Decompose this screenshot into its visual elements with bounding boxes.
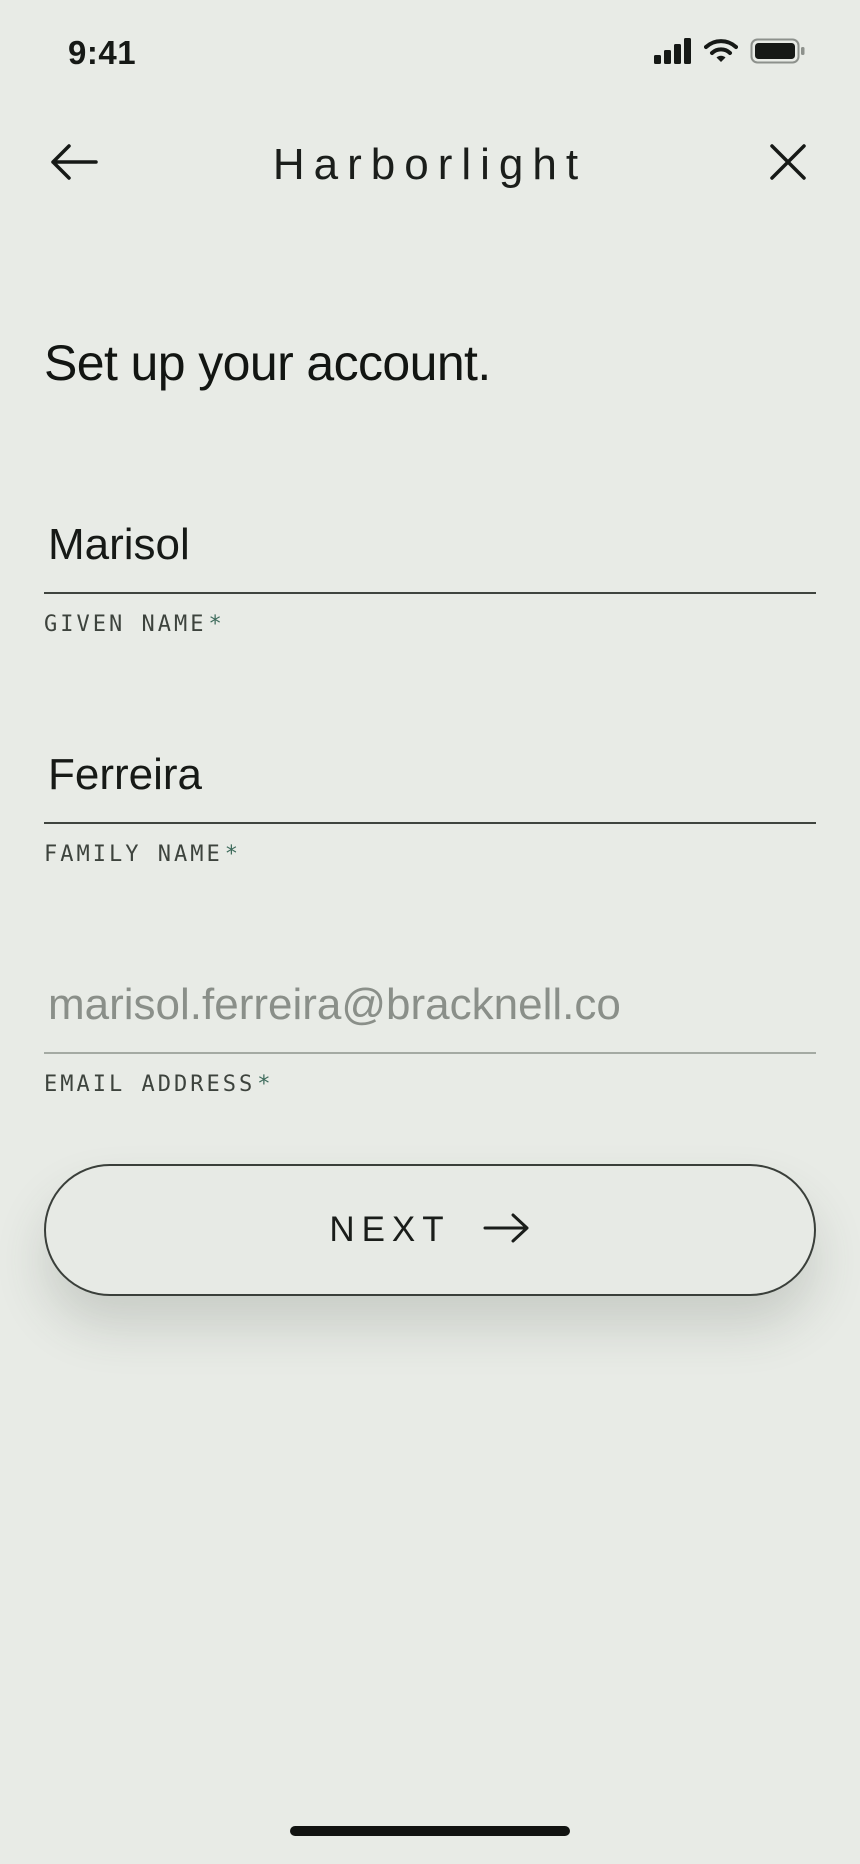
- email-input[interactable]: [44, 980, 816, 1054]
- email-field: EMAIL ADDRESS*: [44, 980, 816, 1097]
- arrow-right-icon: [483, 1212, 531, 1249]
- family-name-label-text: FAMILY NAME: [44, 842, 223, 867]
- family-name-field: FAMILY NAME*: [44, 750, 816, 867]
- next-button-label: NEXT: [329, 1210, 451, 1249]
- next-button[interactable]: NEXT: [44, 1164, 816, 1296]
- required-mark: *: [208, 612, 225, 637]
- family-name-input[interactable]: [44, 750, 816, 824]
- required-mark: *: [224, 842, 241, 867]
- given-name-field: GIVEN NAME*: [44, 520, 816, 637]
- close-icon: [768, 142, 808, 187]
- status-icons: [654, 38, 806, 69]
- nav-bar: Harborlight: [0, 120, 860, 210]
- wifi-icon: [704, 38, 738, 69]
- app-title: Harborlight: [272, 140, 588, 189]
- required-mark: *: [257, 1072, 274, 1097]
- given-name-input[interactable]: [44, 520, 816, 594]
- status-time: 9:41: [68, 34, 137, 71]
- home-indicator: [290, 1826, 570, 1836]
- close-button[interactable]: [760, 138, 816, 190]
- status-bar: 9:41: [0, 0, 860, 110]
- given-name-label: GIVEN NAME*: [44, 612, 816, 637]
- email-label: EMAIL ADDRESS*: [44, 1072, 816, 1097]
- cellular-signal-icon: [654, 38, 692, 69]
- page-title: Set up your account.: [44, 335, 491, 391]
- given-name-label-text: GIVEN NAME: [44, 612, 207, 637]
- battery-icon: [750, 38, 806, 69]
- email-label-text: EMAIL ADDRESS: [44, 1072, 256, 1097]
- family-name-label: FAMILY NAME*: [44, 842, 816, 867]
